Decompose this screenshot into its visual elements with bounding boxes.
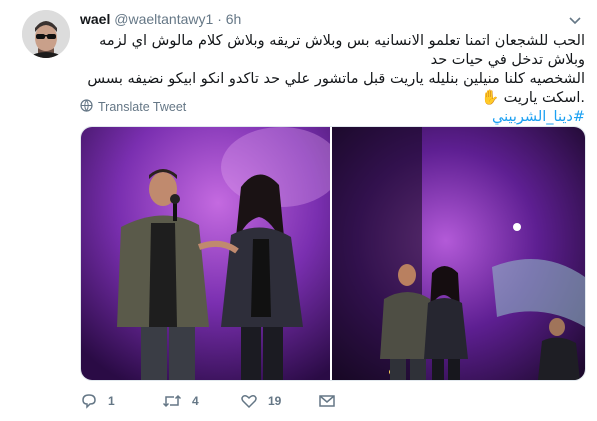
reply-icon (80, 392, 98, 410)
chevron-down-icon[interactable] (567, 12, 583, 28)
raised-hand-emoji: ✋ (480, 90, 500, 106)
translate-label: Translate Tweet (98, 100, 187, 114)
tweet-card[interactable]: wael @waeltantawy1 · 6h الحب للشجعان اتم… (0, 0, 597, 421)
globe-icon (80, 99, 93, 115)
reply-button[interactable]: 1 (80, 392, 115, 410)
separator-dot: · (217, 11, 222, 27)
retweet-button[interactable]: 4 (162, 392, 199, 410)
avatar[interactable] (22, 10, 70, 58)
concert-photo-right[interactable] (332, 127, 585, 380)
tweet-actions: 1 4 19 (80, 392, 580, 414)
hashtag-link[interactable]: #دينا_الشربيني (492, 109, 585, 125)
retweet-icon (162, 392, 182, 410)
avatar-photo (22, 10, 70, 58)
heart-icon (240, 392, 258, 410)
timestamp[interactable]: 6h (226, 11, 242, 27)
concert-photo-left[interactable] (81, 127, 330, 380)
reply-count: 1 (108, 394, 115, 408)
translate-tweet-button[interactable]: Translate Tweet (80, 99, 186, 115)
like-count: 19 (268, 394, 282, 408)
retweet-count: 4 (192, 394, 199, 408)
envelope-icon (318, 392, 336, 410)
tweet-header: wael @waeltantawy1 · 6h (80, 10, 241, 28)
tweet-text-line: الحب للشجعان اتمنا تعلمو الانسانيه بس وب… (99, 33, 585, 68)
display-name[interactable]: wael (80, 11, 110, 27)
media-grid (80, 126, 586, 381)
user-handle[interactable]: @waeltantawy1 (114, 11, 213, 27)
direct-message-button[interactable] (318, 392, 336, 410)
like-button[interactable]: 19 (240, 392, 281, 410)
